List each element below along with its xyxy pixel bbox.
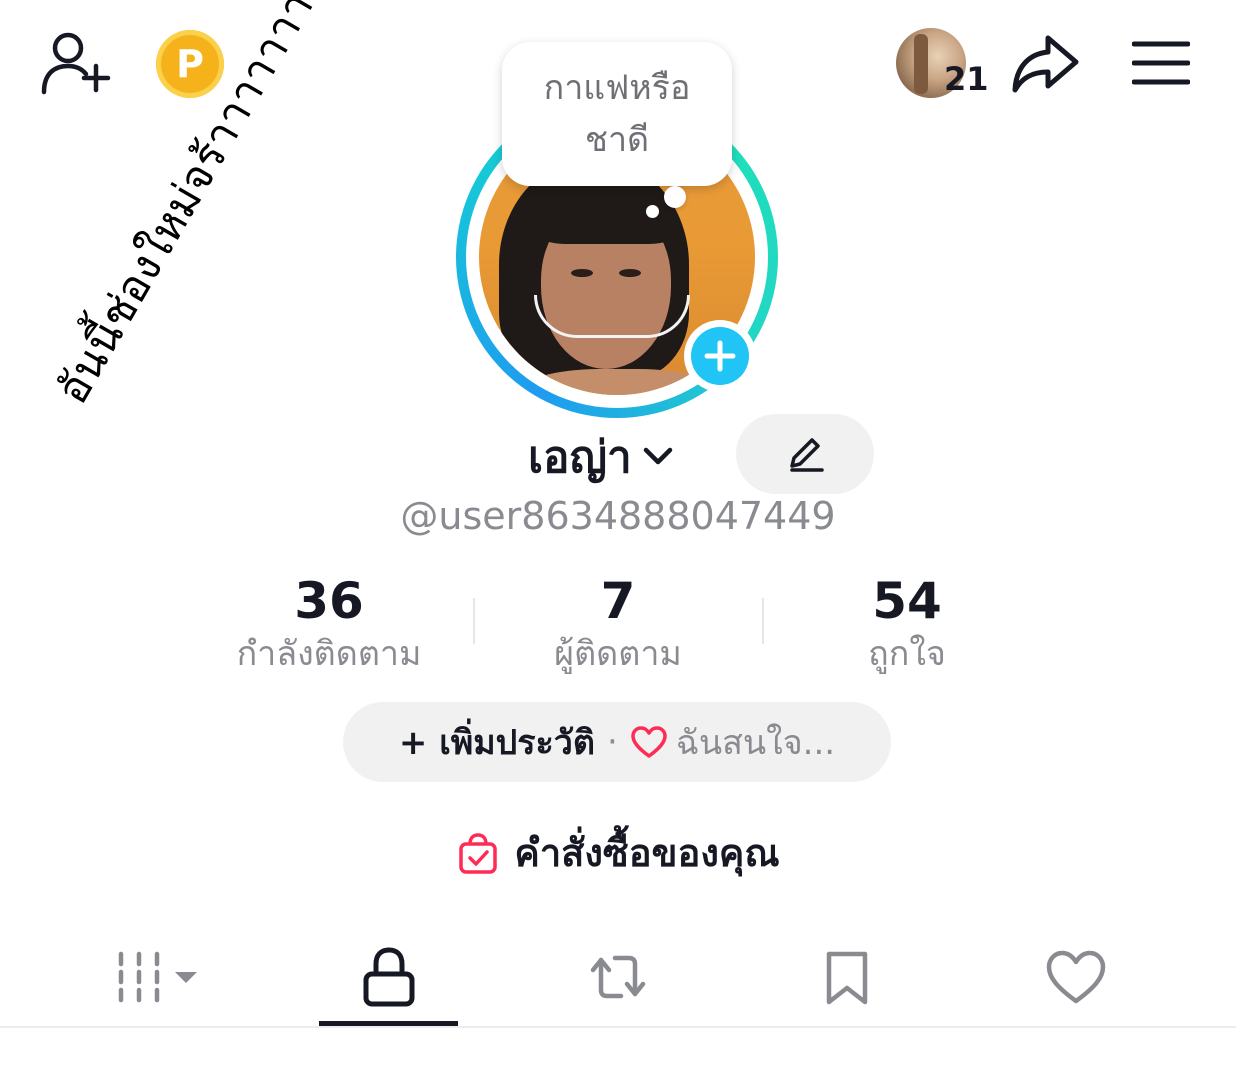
add-friend-button[interactable] [38,30,112,96]
shopping-bag-icon [459,832,498,874]
heart-outline-icon [631,726,667,758]
tab-reposts[interactable] [503,932,733,1022]
display-name: เอญ่า [528,432,632,483]
interests-label: ฉันสนใจ... [675,723,836,763]
note-line-1: กาแฟหรือ [543,68,691,108]
tab-liked[interactable] [961,932,1191,1022]
chevron-down-icon [643,447,672,465]
share-icon [1012,35,1079,93]
stat-following[interactable]: 36 กำลังติดตาม [184,572,474,676]
pencil-icon [790,438,824,472]
grid-icon [118,951,197,1003]
plus-icon [704,340,736,372]
add-story-button[interactable] [684,320,756,392]
points-label: P [176,42,204,86]
tab-favorites[interactable] [732,932,962,1022]
your-orders-label: คำสั่งซื้อของคุณ [514,831,780,875]
add-user-icon [41,32,111,95]
username: @user8634888047449 [400,494,836,538]
heart-icon [1046,950,1106,1004]
display-name-switcher[interactable]: เอญ่า [528,422,678,492]
bio-separator: · [606,722,618,762]
followers-count: 7 [600,572,636,630]
tab-private[interactable] [274,932,504,1022]
edit-profile-button[interactable] [736,414,874,494]
stat-followers[interactable]: 7 ผู้ติดตาม [473,572,763,676]
note-bubble[interactable]: กาแฟหรือ ชาดี [502,42,732,186]
add-bio-label: + เพิ่มประวัติ [398,723,595,763]
followers-label: ผู้ติดตาม [554,634,682,674]
tab-bar-divider [0,1026,1236,1028]
add-bio-button[interactable]: + เพิ่มประวัติ · ฉันสนใจ... [343,702,891,782]
note-line-2: ชาดี [584,120,650,160]
following-count: 36 [294,572,364,630]
following-label: กำลังติดตาม [236,634,422,674]
menu-icon [1132,41,1190,85]
tab-videos-grid[interactable] [45,932,275,1022]
lock-icon [363,947,415,1007]
likes-label: ถูกใจ [868,634,946,674]
your-orders-link[interactable]: คำสั่งซื้อของคุณ [0,822,1236,883]
bookmark-icon [826,951,868,1005]
repost-icon [590,955,646,999]
likes-count: 54 [872,572,942,630]
stat-likes[interactable]: 54 ถูกใจ [762,572,1052,676]
story-count: 21 [944,60,989,98]
menu-button[interactable] [1132,40,1190,86]
share-button[interactable] [1010,32,1080,96]
